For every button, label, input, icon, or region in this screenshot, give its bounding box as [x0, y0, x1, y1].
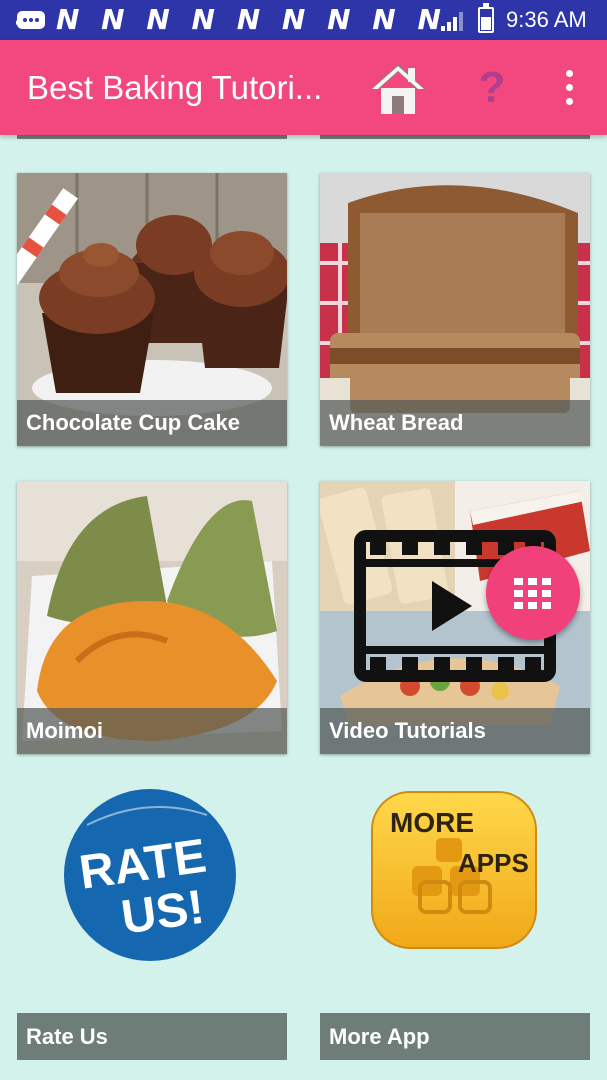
battery-icon [478, 3, 494, 33]
signal-icon [441, 12, 463, 31]
rate-us-card[interactable]: RATE US! Rate Us [17, 770, 287, 1060]
menu-fab[interactable] [486, 546, 580, 640]
home-icon [370, 64, 426, 114]
card-caption: More App [320, 1013, 590, 1060]
more-apps-card[interactable]: MORE APPS More App [320, 770, 590, 1060]
status-bar: N N N N N N N N N 9:36 AM [0, 0, 607, 40]
more-options-button[interactable] [556, 68, 584, 108]
badge-line-1: MORE [390, 807, 474, 838]
message-icon [16, 11, 45, 29]
card-caption: Rate Us [17, 1013, 287, 1060]
app-bar: Best Baking Tutori... ? [0, 40, 607, 135]
app-title: Best Baking Tutori... [27, 69, 323, 106]
card-caption: Moimoi [17, 708, 287, 754]
recipe-card-moimoi[interactable]: Moimoi [17, 481, 287, 754]
recipe-card-wheat-bread[interactable]: Wheat Bread [320, 173, 590, 446]
previous-row-edge [320, 135, 590, 139]
card-caption: Chocolate Cup Cake [17, 400, 287, 446]
help-icon: ? [478, 63, 506, 112]
card-caption: Video Tutorials [320, 708, 590, 754]
home-button[interactable] [368, 60, 428, 116]
previous-row-edge [17, 135, 287, 139]
notification-icons: N N N N N N N N N [56, 3, 447, 36]
recipe-card-chocolate-cup-cake[interactable]: Chocolate Cup Cake [17, 173, 287, 446]
clock: 9:36 AM [506, 7, 587, 32]
grid-menu-icon [514, 578, 551, 609]
badge-line-2: APPS [458, 848, 529, 878]
rate-us-badge-icon: RATE US! [64, 789, 236, 961]
more-apps-badge-icon: MORE APPS [371, 791, 537, 949]
card-caption: Wheat Bread [320, 400, 590, 446]
help-button[interactable]: ? [476, 62, 508, 114]
